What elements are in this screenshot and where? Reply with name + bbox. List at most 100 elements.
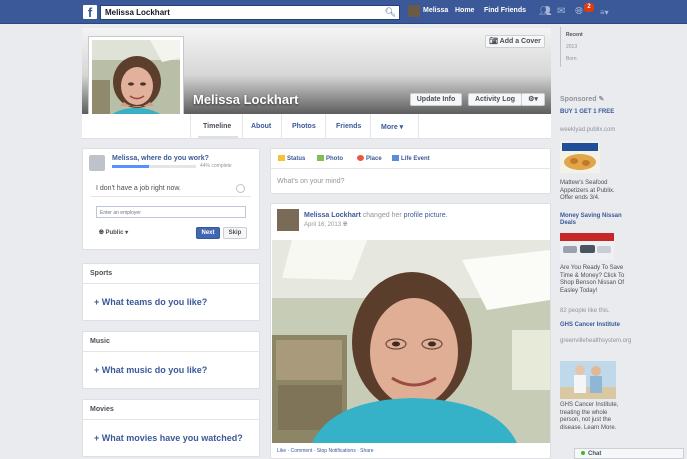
nissan-cars-image — [560, 233, 614, 260]
chat-bar[interactable]: Chat — [574, 448, 684, 459]
composer-status-tab[interactable]: Status — [278, 155, 305, 162]
add-music-link[interactable]: + What music do you like? — [94, 365, 207, 375]
section-divider — [82, 283, 260, 284]
composer-divider — [270, 168, 551, 169]
plus-icon: + — [94, 365, 102, 375]
ad-nissan-image[interactable] — [560, 233, 614, 260]
like-link[interactable]: Like — [277, 448, 286, 454]
life-event-icon — [392, 155, 399, 161]
work-question[interactable]: Melissa, where do you work? — [112, 155, 209, 162]
progress-label: 44% complete — [200, 163, 232, 169]
no-job-radio[interactable] — [236, 184, 245, 193]
next-button[interactable]: Next — [196, 227, 220, 239]
tab-more[interactable]: More ▾ — [381, 123, 403, 131]
messages-icon[interactable]: ✉︎ — [557, 6, 565, 17]
timeline-recent[interactable]: Recent — [566, 32, 583, 38]
add-movies-link[interactable]: + What movies have you watched? — [94, 433, 243, 443]
nav-find-friends-link[interactable]: Find Friends — [484, 7, 526, 14]
composer-life-event-tab[interactable]: Life Event — [392, 155, 430, 162]
privacy-selector[interactable]: 🌐︎ Public ▾ — [99, 229, 128, 237]
search-icon[interactable]: 🔍︎ — [385, 7, 396, 18]
ad-choices-icon: ✎︎ — [598, 96, 605, 103]
comment-link[interactable]: Comment — [291, 448, 313, 454]
skip-button[interactable]: Skip — [223, 227, 247, 239]
tab-divider — [281, 114, 282, 139]
plus-icon: + — [94, 297, 102, 307]
tab-friends[interactable]: Friends — [336, 123, 361, 130]
post-date[interactable]: April 16, 2013 🌐︎ — [304, 222, 348, 229]
tab-photos[interactable]: Photos — [292, 123, 316, 130]
ad-nissan-title[interactable]: Money Saving Nissan Deals — [560, 213, 622, 227]
sponsored-heading: Sponsored ✎︎ — [560, 96, 605, 103]
movies-title: Movies — [90, 406, 114, 413]
plus-icon: + — [94, 433, 102, 443]
ad-ghs-image[interactable] — [560, 361, 616, 399]
settings-menu-button[interactable]: ⚙▾ — [521, 93, 545, 106]
nav-user-link[interactable]: Melissa — [423, 7, 448, 14]
composer-photo-tab[interactable]: Photo — [317, 155, 343, 162]
tab-divider — [242, 114, 243, 139]
photo-icon — [317, 155, 324, 161]
nav-home-link[interactable]: Home — [455, 7, 474, 14]
gear-icon: ⚙▾ — [528, 96, 538, 103]
activity-log-button[interactable]: Activity Log — [468, 93, 522, 106]
seafood-image — [560, 141, 600, 173]
ad-publix-url[interactable]: weeklyad.publix.com — [560, 127, 615, 134]
active-tab-indicator — [198, 136, 238, 138]
facebook-logo-icon[interactable]: f — [83, 5, 97, 20]
profile-progress-bar — [112, 165, 196, 168]
ad-ghs-text[interactable]: GHS Cancer Institute, treating the whole… — [560, 402, 628, 432]
section-divider — [82, 351, 260, 352]
add-cover-button[interactable]: 📷︎ Add a Cover — [485, 35, 545, 48]
share-link[interactable]: Share — [360, 448, 373, 454]
sports-title: Sports — [90, 270, 113, 277]
public-globe-icon: 🌐︎ — [342, 222, 348, 228]
search-input[interactable] — [101, 6, 371, 19]
ad-seafood-text[interactable]: Mattew's Seafood Appetizers at Publix. O… — [560, 180, 628, 203]
top-avatar[interactable] — [408, 5, 420, 17]
employer-field[interactable] — [96, 206, 246, 218]
post-photo[interactable] — [272, 240, 550, 443]
section-divider — [82, 419, 260, 420]
privacy-shortcuts-icon[interactable]: ≡▾ — [600, 8, 609, 17]
add-sports-link[interactable]: + What teams do you like? — [94, 297, 207, 307]
post-author-link[interactable]: Melissa Lockhart — [304, 212, 361, 219]
progress-fill — [112, 165, 149, 168]
tab-divider — [370, 114, 371, 139]
notifications-icon[interactable]: 🌐︎ — [575, 6, 583, 17]
post-actions: Like · Comment · Stop Notifications · Sh… — [277, 448, 374, 454]
ghs-couple-image — [560, 361, 616, 399]
status-icon — [278, 155, 285, 161]
camera-icon: 📷︎ — [489, 38, 500, 45]
composer-input[interactable]: What's on your mind? — [277, 178, 344, 185]
tab-divider — [190, 114, 191, 139]
timeline-rail — [560, 27, 561, 67]
ad-ghs-title[interactable]: GHS Cancer Institute — [560, 322, 622, 329]
post-avatar[interactable] — [277, 209, 299, 231]
stop-notifications-link[interactable]: Stop Notifications — [317, 448, 356, 454]
tab-timeline[interactable]: Timeline — [203, 123, 231, 130]
search-box[interactable]: 🔍︎ — [100, 5, 400, 20]
timeline-year-2013[interactable]: 2013 — [566, 44, 577, 50]
music-title: Music — [90, 338, 110, 345]
employer-input[interactable] — [97, 208, 245, 218]
briefcase-icon — [89, 155, 105, 171]
ad-seafood-image[interactable] — [560, 141, 600, 173]
ad-ghs-url[interactable]: greenvillehealthsystem.org — [560, 338, 631, 345]
timeline-born[interactable]: Born — [566, 56, 577, 62]
place-icon — [357, 155, 364, 161]
profile-picture-link[interactable]: profile picture. — [404, 212, 448, 219]
update-info-button[interactable]: Update Info — [410, 93, 462, 106]
tab-divider — [325, 114, 326, 139]
online-status-icon — [581, 451, 585, 455]
tab-about[interactable]: About — [251, 123, 271, 130]
profile-name[interactable]: Melissa Lockhart — [193, 92, 299, 107]
ad-publix-title[interactable]: BUY 1 GET 1 FREE — [560, 109, 622, 116]
post-headline: Melissa Lockhart changed her profile pic… — [304, 212, 448, 219]
no-job-label: I don't have a job right now. — [96, 185, 182, 192]
notification-badge: 2 — [584, 3, 594, 12]
composer-place-tab[interactable]: Place — [357, 155, 382, 162]
post-photo-image — [272, 240, 550, 443]
friend-requests-icon[interactable]: 👥︎ — [539, 6, 552, 17]
ad-nissan-text[interactable]: Are You Ready To Save Time & Money? Clic… — [560, 265, 628, 295]
